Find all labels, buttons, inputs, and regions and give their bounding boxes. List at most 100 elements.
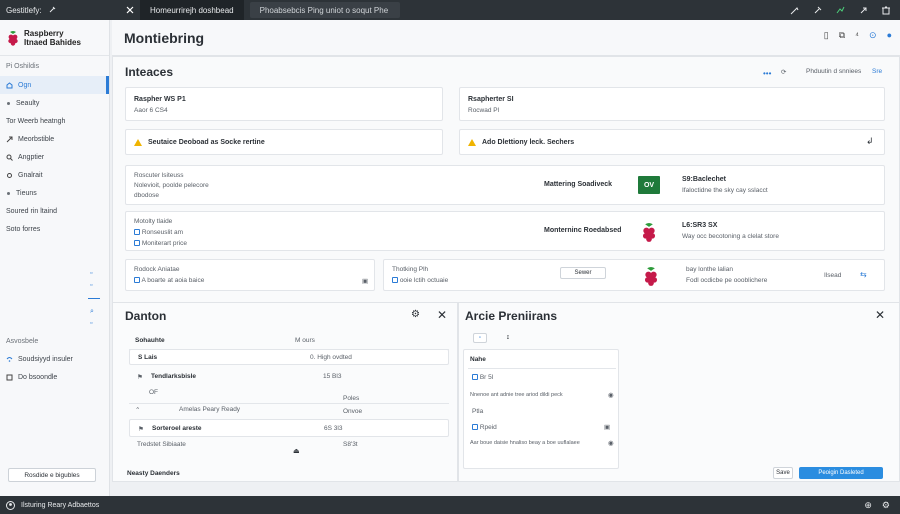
sidebar-item-4[interactable]: Angptier	[0, 148, 109, 166]
primary-button[interactable]: Peoigin Dasleted	[799, 467, 883, 479]
grid-icon[interactable]: ▫	[90, 270, 100, 280]
list-item[interactable]: Ptla	[472, 408, 483, 415]
doc-icon[interactable]: ▯	[824, 30, 829, 41]
table-row[interactable]: ⌃ Amelas Peary Ready Onvoe	[129, 403, 449, 417]
checkbox[interactable]	[472, 374, 478, 381]
flag-icon: ⚑	[137, 374, 143, 381]
delete-icon[interactable]: ▣	[604, 423, 610, 431]
link-icon[interactable]: ⇆	[860, 270, 867, 279]
radio-icon[interactable]: ◉	[608, 439, 614, 447]
row-mid1: Thotking Plh	[392, 266, 429, 273]
sidebar-lower-item-1[interactable]: Do bsoondle	[0, 368, 110, 386]
button-label: Save	[776, 470, 790, 476]
sidebar-item-2[interactable]: Tor Weerb heatngh	[0, 112, 109, 130]
checkbox[interactable]	[392, 277, 398, 284]
table-row[interactable]: Tredstet Sibiaate S8'3t	[129, 439, 449, 453]
checkbox[interactable]	[134, 277, 140, 284]
logo[interactable]: Raspberry Itnaed Bahides	[0, 20, 109, 56]
row-right1: S9:Baclechet	[682, 176, 726, 183]
globe-icon[interactable]: ●	[887, 30, 892, 41]
sidebar-item-label: Meorbstible	[18, 135, 55, 143]
status-row-1[interactable]: Motolty tlaide Ronseuslit am Moniterart …	[125, 211, 885, 251]
sidebar-item-label: Soudsiyyd insuler	[18, 355, 73, 363]
status-row-2-right[interactable]: Thotking Plh ooie lctih octuaie Sewer ba…	[383, 259, 885, 291]
warning-card-0[interactable]: Seutaice Deoboad as Socke rertine	[125, 129, 443, 155]
box-icon	[6, 374, 13, 381]
sidebar-item-7[interactable]: Soured rin ltaind	[0, 202, 109, 220]
eject-icon[interactable]: ⏏	[293, 447, 300, 455]
status-row-2-left[interactable]: Rodock Aniatae A boarte at aoia baice ▣	[125, 259, 375, 291]
col-header-1: M ours	[295, 337, 315, 344]
arrow-icon	[6, 136, 13, 143]
list-item[interactable]: Br 5l	[472, 374, 493, 381]
sidebar-item-0[interactable]: Ogn	[0, 76, 109, 94]
sidebar-lower-item-0[interactable]: Soudsiyyd insuler	[0, 350, 110, 368]
view-toggle-icon[interactable]: ▫	[473, 333, 487, 343]
pin-icon[interactable]	[48, 6, 56, 14]
checkbox[interactable]	[134, 229, 140, 236]
wifi-icon	[6, 356, 13, 363]
dot-icon	[6, 101, 11, 106]
row-left2: Ronseuslit am	[134, 229, 183, 236]
nav-icon[interactable]	[859, 6, 868, 15]
sidebar-item-6[interactable]: Tieuns	[0, 184, 109, 202]
info-icon[interactable]: ɪ	[501, 333, 515, 343]
chevron-up-icon[interactable]: ⌃	[135, 406, 140, 414]
wrench-icon[interactable]	[790, 6, 799, 15]
row-left3: dbodose	[134, 192, 159, 199]
secondary-button[interactable]: Save	[773, 467, 793, 479]
list-item[interactable]: Rpeid	[472, 424, 497, 431]
activity-icon[interactable]	[836, 6, 845, 15]
settings-icon[interactable]: ⚙	[882, 500, 890, 511]
server-button[interactable]: Sewer	[560, 267, 606, 279]
tab-dashboard[interactable]: Homeurrirejh doshbead	[140, 0, 244, 20]
list-item[interactable]: Aar boue daisie hnaliso beay a boe uufla…	[470, 440, 580, 446]
table-row[interactable]: ⚑ Tendlarksbisle 15 Bl3	[129, 367, 449, 387]
pin-icon[interactable]	[813, 6, 822, 15]
trash-icon[interactable]	[882, 6, 890, 15]
cell-value: Poles	[343, 395, 360, 402]
row-left2: Nolevioit, poolde pelecore	[134, 182, 209, 189]
list-item[interactable]: Nnenoe ant adnie tree ariod dildi peck	[470, 392, 563, 398]
chevron-icon[interactable]: ↲	[866, 136, 874, 147]
close-icon[interactable]: ✕	[437, 308, 447, 322]
sidebar-item-5[interactable]: Gnalrait	[0, 166, 109, 184]
tab-second[interactable]: Phoabsebcis Ping uniot o soqut Phe	[249, 2, 400, 18]
search-icon[interactable]: ⌕	[90, 308, 100, 318]
checkbox[interactable]	[472, 424, 478, 431]
table-row[interactable]: OF Poles	[129, 387, 449, 402]
interface-card-0[interactable]: Raspher WS P1 Aaor 6 CS4	[125, 87, 443, 121]
cell-name: Tendlarksbisle	[151, 373, 197, 380]
cell-value: S8'3t	[343, 441, 358, 448]
grid-icon[interactable]: ▫	[90, 282, 100, 292]
radio-icon[interactable]: ◉	[608, 391, 614, 399]
more-icon[interactable]: •••	[763, 69, 771, 78]
grid-icon[interactable]: ▫	[90, 320, 100, 330]
refresh-icon[interactable]: ⟳	[781, 68, 786, 76]
row-action-icon[interactable]: ▣	[362, 277, 368, 285]
help-icon[interactable]: ⊙	[869, 30, 877, 41]
table-row[interactable]: S Lais 0. High ovdted	[129, 349, 449, 365]
copy-icon[interactable]: ⧉	[839, 30, 845, 41]
add-icon[interactable]: ⊕	[864, 500, 872, 511]
settings-icon[interactable]: ⚙	[411, 309, 420, 320]
status-row-0[interactable]: Roscuter lsiteuss Nolevioit, poolde pele…	[125, 165, 885, 205]
user-icon[interactable]	[6, 500, 15, 510]
table-row[interactable]: ⚑ Sorteroel areste 6S 3l3	[129, 419, 449, 437]
cell-name: Tredstet Sibiaate	[137, 441, 186, 448]
tab-label: Phoabsebcis Ping uniot o soqut Phe	[259, 5, 389, 15]
sidebar-bottom-button[interactable]: Rosdide e bigubles	[8, 468, 96, 482]
cell-value: 0. High ovdted	[310, 354, 352, 361]
interfaces-right-link[interactable]: Sre	[872, 68, 882, 75]
sidebar-item-3[interactable]: Meorbstible	[0, 130, 109, 148]
sidebar-item-8[interactable]: Soto forres	[0, 220, 109, 238]
warning-card-1[interactable]: Ado Dlettiony leck. Sechers ↲	[459, 129, 885, 155]
page-header: Montiebring	[112, 20, 900, 56]
sidebar-item-1[interactable]: Seaulty	[0, 94, 109, 112]
signal-icon[interactable]: ⁴	[855, 30, 859, 41]
close-icon[interactable]: ✕	[875, 308, 885, 322]
cell-name: Amelas Peary Ready	[179, 406, 241, 413]
checkbox[interactable]	[134, 240, 140, 247]
interface-card-1[interactable]: Rsapherter SI Rocwad Pl	[459, 87, 885, 121]
close-tab-icon[interactable]	[120, 0, 140, 20]
